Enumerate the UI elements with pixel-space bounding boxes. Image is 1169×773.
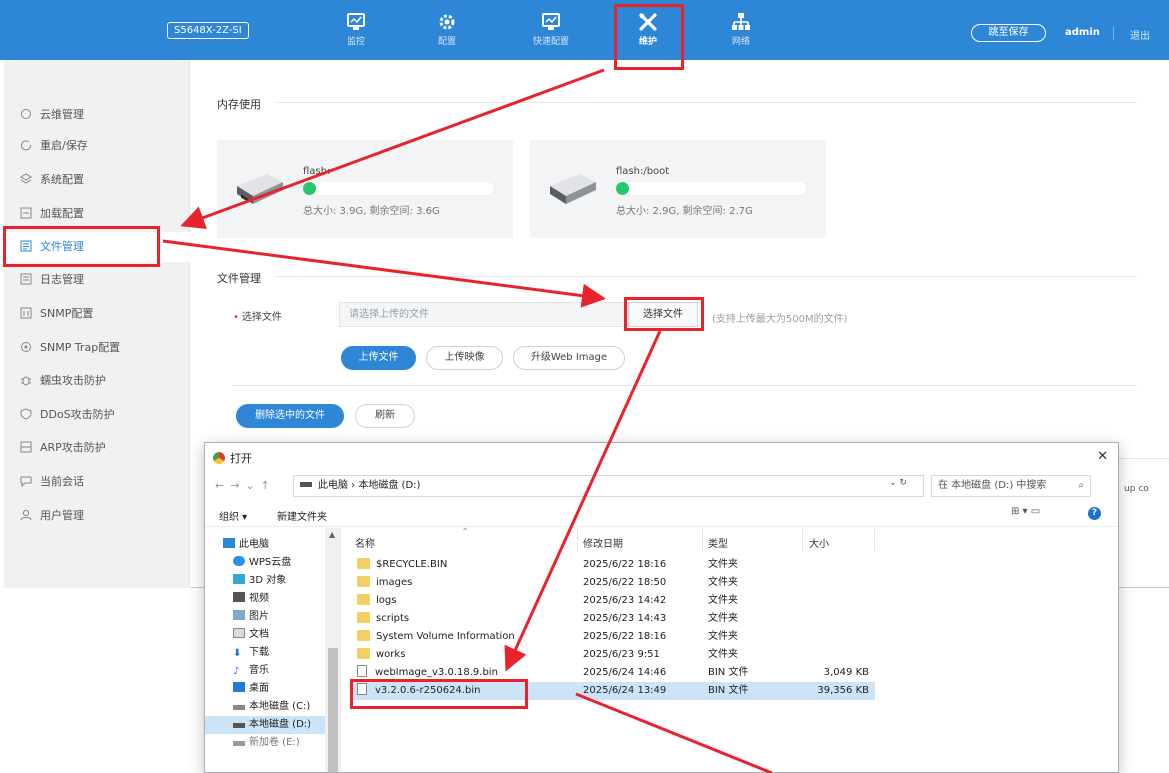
arrow-to-selected-file bbox=[504, 330, 662, 672]
arrow-to-file-management bbox=[180, 68, 605, 230]
arrow-continuation bbox=[575, 692, 773, 773]
arrow-to-choose-file bbox=[162, 239, 606, 308]
annotation-arrows bbox=[162, 68, 773, 773]
